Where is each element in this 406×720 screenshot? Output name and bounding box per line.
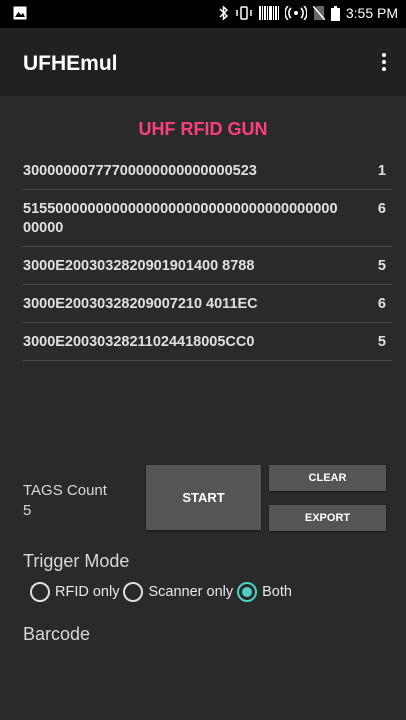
list-item[interactable]: 3000E20030328209007210 4011EC 6 — [23, 285, 392, 323]
tag-epc: 30000000777700000000000000523 — [23, 163, 257, 179]
export-button[interactable]: EXPORT — [269, 505, 386, 531]
tags-count-label: TAGS Count — [23, 482, 107, 499]
trigger-mode-label: Trigger Mode — [23, 551, 130, 571]
start-button[interactable]: START — [146, 465, 261, 530]
tag-epc: 3000E2003032820901901400 8788 — [23, 258, 255, 274]
app-title: UFHEmul — [23, 52, 118, 75]
barcode-label: Barcode — [23, 624, 91, 644]
clock: 3:55 PM — [345, 5, 398, 21]
radio-unchecked-icon — [123, 582, 144, 602]
radio-scanner-only[interactable]: Scanner only — [123, 582, 233, 602]
hotspot-icon — [284, 6, 307, 20]
tag-list: 30000000777700000000000000523 1 51550000… — [23, 152, 392, 361]
image-icon — [13, 6, 27, 20]
radio-both[interactable]: Both — [237, 582, 292, 602]
app-bar: UFHEmul — [0, 28, 406, 96]
battery-icon — [330, 5, 340, 21]
radio-label: Both — [262, 584, 292, 600]
tag-count: 5 — [377, 334, 386, 350]
bluetooth-icon — [219, 5, 229, 21]
tag-count: 1 — [377, 163, 386, 179]
radio-label: Scanner only — [148, 584, 234, 600]
tag-count: 6 — [377, 296, 386, 312]
list-item[interactable]: 3000E20030328211024418005CC0 5 — [23, 323, 392, 361]
radio-rfid-only[interactable]: RFID only — [30, 582, 119, 602]
trigger-mode-radio-group: RFID only Scanner only Both — [30, 582, 296, 602]
tag-count: 6 — [377, 201, 386, 217]
tag-epc: 5155000000000000000000000000000000000000… — [23, 201, 338, 236]
barcode-icon — [258, 6, 279, 20]
tags-count-value: 5 — [23, 502, 32, 519]
radio-label: RFID only — [55, 584, 120, 600]
radio-unchecked-icon — [30, 582, 50, 602]
list-item[interactable]: 5155000000000000000000000000000000000000… — [23, 190, 392, 247]
clear-button[interactable]: CLEAR — [269, 465, 386, 491]
tags-count: TAGS Count 5 — [23, 481, 107, 521]
tag-epc: 3000E20030328211024418005CC0 — [23, 334, 255, 350]
tag-epc: 3000E20030328209007210 4011EC — [23, 296, 258, 312]
vibrate-icon — [235, 6, 253, 20]
list-item[interactable]: 3000E2003032820901901400 8788 5 — [23, 247, 392, 285]
list-item[interactable]: 30000000777700000000000000523 1 — [23, 152, 392, 190]
radio-checked-icon — [237, 582, 258, 602]
no-sim-icon — [312, 6, 325, 20]
status-bar: 3:55 PM — [0, 0, 406, 28]
page-heading: UHF RFID GUN — [138, 119, 268, 139]
tag-count: 5 — [377, 258, 386, 274]
overflow-menu-icon[interactable] — [374, 50, 394, 74]
